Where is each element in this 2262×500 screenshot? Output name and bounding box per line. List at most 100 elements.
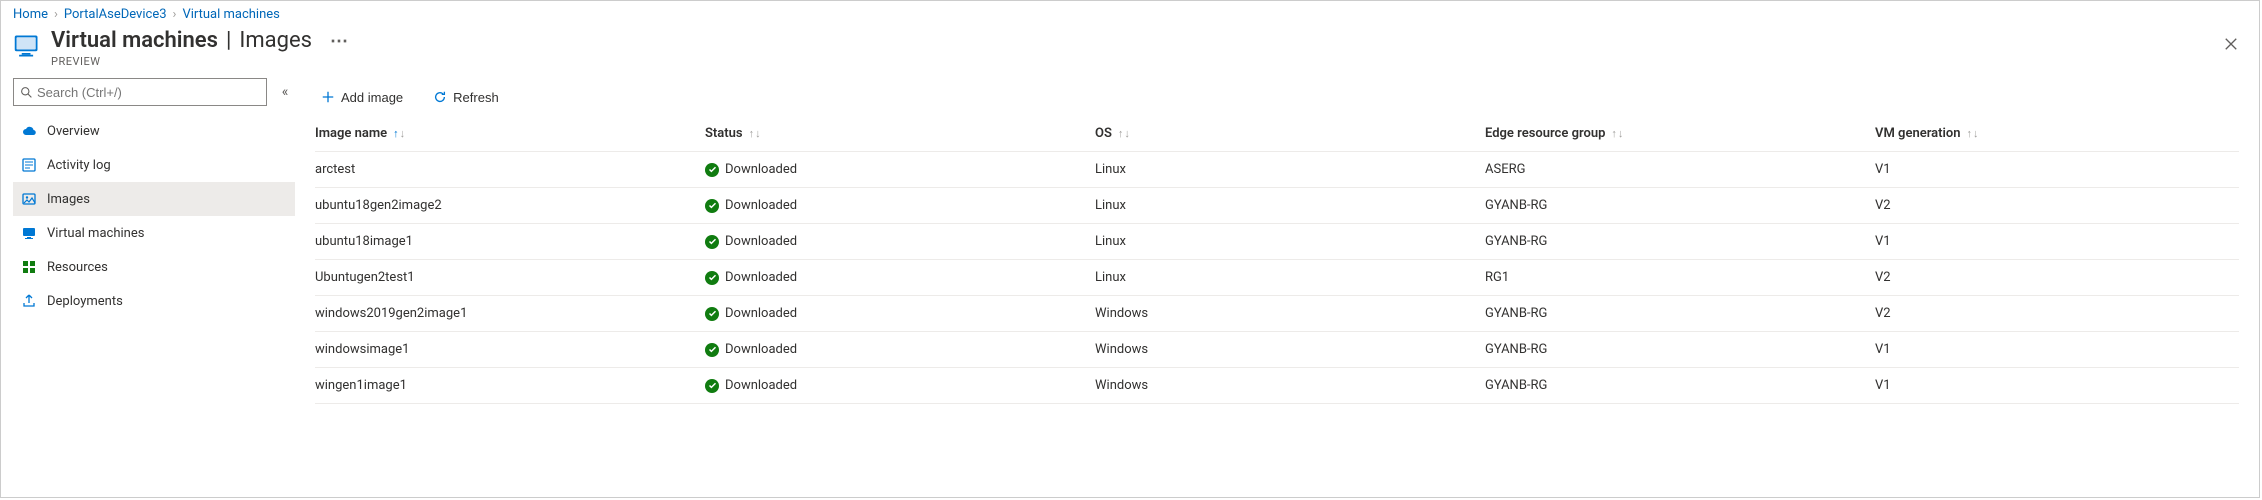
cell-resource-group: GYANB-RG bbox=[1485, 342, 1875, 357]
chevron-right-icon: › bbox=[54, 7, 58, 22]
sidebar-item-resources[interactable]: Resources bbox=[13, 250, 295, 284]
cell-image-name: wingen1image1 bbox=[315, 378, 705, 393]
cell-status: Downloaded bbox=[705, 234, 1095, 249]
vm-icon bbox=[21, 225, 37, 241]
search-icon bbox=[20, 86, 33, 99]
table-header-row: Image name ↑↓ Status ↑↓ OS ↑↓ Edge resou… bbox=[315, 116, 2239, 152]
cloud-icon bbox=[21, 123, 37, 139]
breadcrumb-link-vms[interactable]: Virtual machines bbox=[182, 7, 279, 22]
cell-image-name: Ubuntugen2test1 bbox=[315, 270, 705, 285]
sidebar-item-label: Deployments bbox=[47, 294, 123, 309]
sort-icon: ↑↓ bbox=[393, 127, 405, 140]
sidebar-search[interactable] bbox=[13, 78, 267, 106]
preview-badge: PREVIEW bbox=[51, 55, 348, 68]
cell-vm-generation: V1 bbox=[1875, 162, 2262, 177]
sort-icon: ↑↓ bbox=[1967, 127, 1979, 140]
column-header-status[interactable]: Status ↑↓ bbox=[705, 126, 1095, 141]
main-content: Add image Refresh Image name ↑↓ Status ↑… bbox=[301, 78, 2259, 497]
sidebar-item-virtual-machines[interactable]: Virtual machines bbox=[13, 216, 295, 250]
table-row[interactable]: ubuntu18gen2image2DownloadedLinuxGYANB-R… bbox=[315, 188, 2239, 224]
success-icon bbox=[705, 307, 719, 321]
cell-vm-generation: V1 bbox=[1875, 378, 2262, 393]
cell-resource-group: GYANB-RG bbox=[1485, 198, 1875, 213]
breadcrumb-link-device[interactable]: PortalAseDevice3 bbox=[64, 7, 167, 22]
cell-os: Linux bbox=[1095, 198, 1485, 213]
success-icon bbox=[705, 163, 719, 177]
table-row[interactable]: windowsimage1DownloadedWindowsGYANB-RGV1 bbox=[315, 332, 2239, 368]
sidebar-item-activity-log[interactable]: Activity log bbox=[13, 148, 295, 182]
column-header-label: Status bbox=[705, 126, 743, 141]
sidebar-item-overview[interactable]: Overview bbox=[13, 114, 295, 148]
cell-status: Downloaded bbox=[705, 270, 1095, 285]
sidebar-item-label: Virtual machines bbox=[47, 226, 144, 241]
refresh-button[interactable]: Refresh bbox=[427, 86, 505, 109]
table-row[interactable]: ubuntu18image1DownloadedLinuxGYANB-RGV1 bbox=[315, 224, 2239, 260]
more-actions-button[interactable]: ⋯ bbox=[330, 33, 348, 51]
cell-resource-group: ASERG bbox=[1485, 162, 1875, 177]
close-button[interactable] bbox=[2217, 30, 2245, 58]
cell-resource-group: GYANB-RG bbox=[1485, 234, 1875, 249]
cell-status: Downloaded bbox=[705, 306, 1095, 321]
breadcrumb: Home › PortalAseDevice3 › Virtual machin… bbox=[1, 1, 2259, 24]
sort-icon: ↑↓ bbox=[1118, 127, 1130, 140]
cell-vm-generation: V2 bbox=[1875, 198, 2262, 213]
success-icon bbox=[705, 199, 719, 213]
cell-resource-group: GYANB-RG bbox=[1485, 306, 1875, 321]
cell-image-name: arctest bbox=[315, 162, 705, 177]
column-header-label: VM generation bbox=[1875, 126, 1961, 141]
column-header-resource-group[interactable]: Edge resource group ↑↓ bbox=[1485, 126, 1875, 141]
cell-image-name: ubuntu18gen2image2 bbox=[315, 198, 705, 213]
page-title-separator: | bbox=[226, 28, 231, 53]
sidebar: « Overview Activity log Images Virtual mach… bbox=[1, 78, 301, 497]
cell-status: Downloaded bbox=[705, 342, 1095, 357]
sidebar-item-label: Activity log bbox=[47, 158, 111, 173]
image-icon bbox=[21, 191, 37, 207]
page-title-section: Images bbox=[239, 28, 312, 53]
cell-status: Downloaded bbox=[705, 162, 1095, 177]
grid-icon bbox=[21, 259, 37, 275]
chevron-right-icon: › bbox=[173, 7, 177, 22]
sidebar-item-label: Overview bbox=[47, 124, 100, 139]
cell-image-name: windows2019gen2image1 bbox=[315, 306, 705, 321]
add-image-label: Add image bbox=[341, 90, 403, 105]
sidebar-item-deployments[interactable]: Deployments bbox=[13, 284, 295, 318]
collapse-sidebar-button[interactable]: « bbox=[275, 84, 295, 100]
column-header-image-name[interactable]: Image name ↑↓ bbox=[315, 126, 705, 141]
cell-os: Windows bbox=[1095, 306, 1485, 321]
breadcrumb-link-home[interactable]: Home bbox=[13, 7, 48, 22]
search-input[interactable] bbox=[37, 85, 260, 100]
virtual-machines-icon bbox=[13, 32, 41, 60]
cell-os: Linux bbox=[1095, 234, 1485, 249]
deploy-icon bbox=[21, 293, 37, 309]
refresh-icon bbox=[433, 90, 447, 104]
success-icon bbox=[705, 379, 719, 393]
page-title-resource: Virtual machines bbox=[51, 28, 218, 53]
log-icon bbox=[21, 157, 37, 173]
cell-os: Windows bbox=[1095, 378, 1485, 393]
table-row[interactable]: Ubuntugen2test1DownloadedLinuxRG1V2 bbox=[315, 260, 2239, 296]
table-row[interactable]: windows2019gen2image1DownloadedWindowsGY… bbox=[315, 296, 2239, 332]
add-image-button[interactable]: Add image bbox=[315, 86, 409, 109]
sort-icon: ↑↓ bbox=[1611, 127, 1623, 140]
success-icon bbox=[705, 235, 719, 249]
table-row[interactable]: arctestDownloadedLinuxASERGV1 bbox=[315, 152, 2239, 188]
success-icon bbox=[705, 343, 719, 357]
cell-vm-generation: V1 bbox=[1875, 234, 2262, 249]
success-icon bbox=[705, 271, 719, 285]
column-header-label: Edge resource group bbox=[1485, 126, 1605, 141]
page-header: Virtual machines | Images ⋯ PREVIEW bbox=[1, 24, 2259, 78]
sidebar-item-label: Resources bbox=[47, 260, 108, 275]
table-row[interactable]: wingen1image1DownloadedWindowsGYANB-RGV1 bbox=[315, 368, 2239, 404]
column-header-vm-generation[interactable]: VM generation ↑↓ bbox=[1875, 126, 2262, 141]
cell-resource-group: RG1 bbox=[1485, 270, 1875, 285]
refresh-label: Refresh bbox=[453, 90, 499, 105]
cell-status: Downloaded bbox=[705, 198, 1095, 213]
sidebar-item-images[interactable]: Images bbox=[13, 182, 295, 216]
cell-status: Downloaded bbox=[705, 378, 1095, 393]
cell-os: Windows bbox=[1095, 342, 1485, 357]
plus-icon bbox=[321, 90, 335, 104]
cell-resource-group: GYANB-RG bbox=[1485, 378, 1875, 393]
column-header-os[interactable]: OS ↑↓ bbox=[1095, 126, 1485, 141]
cell-vm-generation: V2 bbox=[1875, 306, 2262, 321]
cell-os: Linux bbox=[1095, 270, 1485, 285]
